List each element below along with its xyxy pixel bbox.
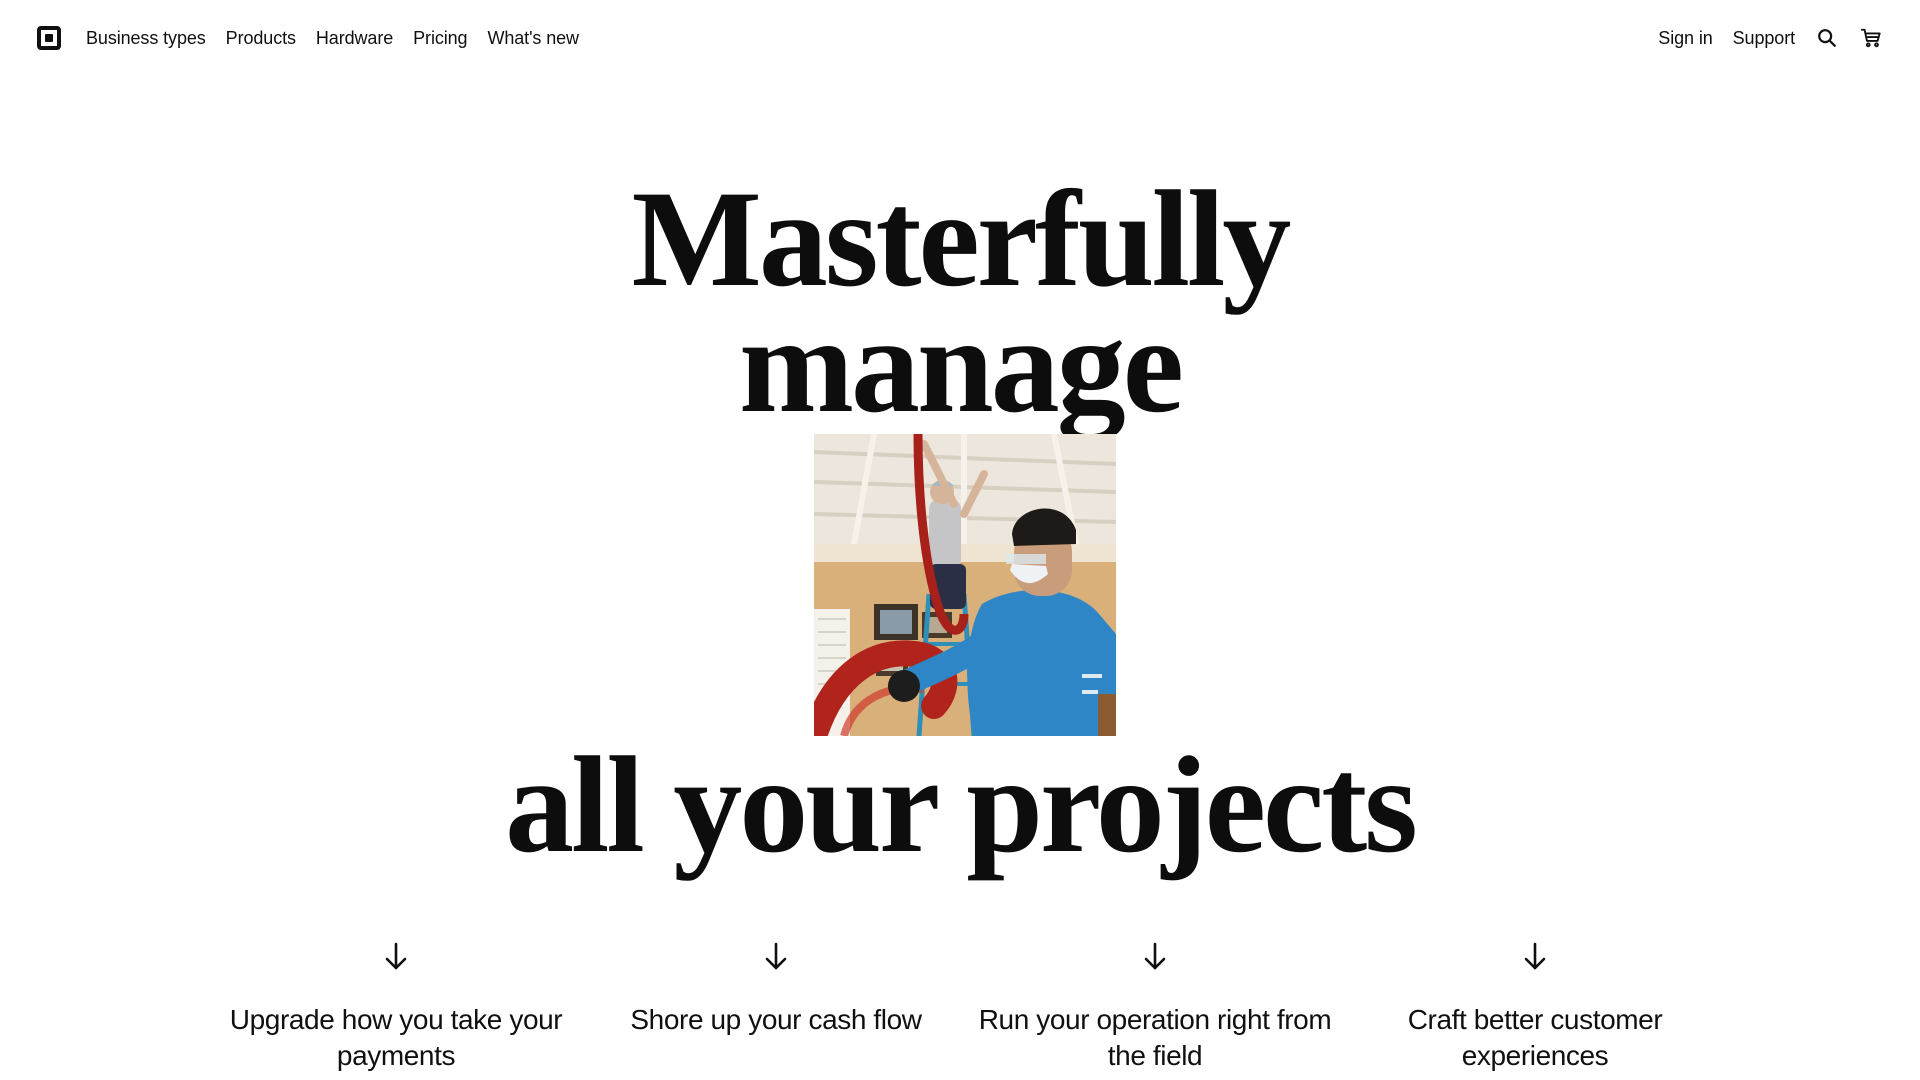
utility-nav: Sign in Support (1658, 26, 1883, 50)
feature-link-payments[interactable]: Upgrade how you take your payments (206, 940, 586, 1074)
hero-headline-line-2: manage (739, 288, 1184, 441)
arrow-down-icon (385, 942, 407, 970)
feature-label: Upgrade how you take your payments (229, 1004, 563, 1071)
square-logo-icon[interactable] (37, 26, 61, 50)
search-icon[interactable] (1815, 26, 1839, 50)
feature-link-field-operations[interactable]: Run your operation right from the field (965, 940, 1345, 1074)
arrow-down-icon (1144, 942, 1166, 970)
cart-icon[interactable] (1859, 26, 1883, 50)
nav-pricing[interactable]: Pricing (413, 28, 467, 49)
nav-whats-new[interactable]: What's new (487, 28, 579, 49)
feature-label: Shore up your cash flow (630, 1004, 922, 1035)
top-navigation: Business types Products Hardware Pricing… (0, 0, 1920, 76)
feature-label: Craft better customer experiences (1407, 1004, 1663, 1071)
hero-photo-workers-installing-duct (814, 434, 1116, 736)
feature-links: Upgrade how you take your payments Shore… (0, 940, 1920, 1080)
primary-nav: Business types Products Hardware Pricing… (86, 28, 579, 49)
nav-hardware[interactable]: Hardware (316, 28, 393, 49)
nav-products[interactable]: Products (226, 28, 296, 49)
feature-link-customer-experiences[interactable]: Craft better customer experiences (1345, 940, 1725, 1074)
hero-headline-line-3: all your projects (505, 728, 1418, 881)
arrow-down-icon (1524, 942, 1546, 970)
support-link[interactable]: Support (1733, 28, 1795, 49)
feature-label: Run your operation right from the field (978, 1004, 1332, 1071)
nav-business-types[interactable]: Business types (86, 28, 206, 49)
sign-in-link[interactable]: Sign in (1658, 28, 1712, 49)
feature-link-cash-flow[interactable]: Shore up your cash flow (586, 940, 966, 1038)
arrow-down-icon (765, 942, 787, 970)
